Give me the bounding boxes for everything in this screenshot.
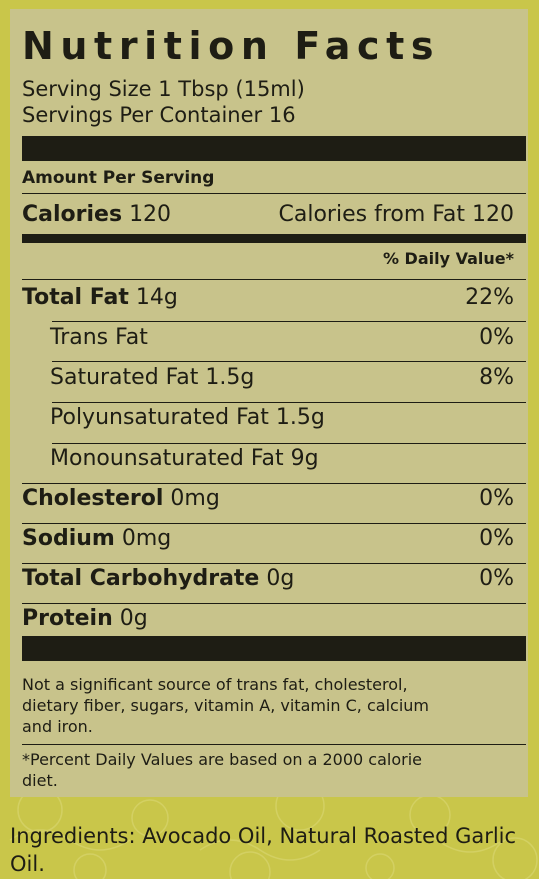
trans-fat-label: Trans Fat <box>50 325 148 350</box>
total-carbohydrate-amount: 0g <box>266 566 295 591</box>
divider <box>52 443 526 444</box>
monounsaturated-fat-row: Monounsaturated Fat 9g <box>50 446 319 471</box>
total-fat-amount: 14g <box>135 285 178 310</box>
trans-fat-row: Trans Fat <box>50 325 148 350</box>
total-carbohydrate-row: Total Carbohydrate 0g <box>22 566 294 591</box>
footnote-line-2: diet. <box>22 771 58 790</box>
nutrition-facts-panel: Nutrition Facts Serving Size 1 Tbsp (15m… <box>10 9 528 797</box>
trans-fat-dv: 0% <box>479 325 514 350</box>
serving-size: Serving Size 1 Tbsp (15ml) <box>22 77 305 101</box>
footnote-line-1: *Percent Daily Values are based on a 200… <box>22 750 422 769</box>
calories-from-fat: Calories from Fat 120 <box>278 202 514 227</box>
medium-divider <box>22 234 526 243</box>
divider <box>52 361 526 362</box>
divider <box>22 744 526 745</box>
protein-row: Protein 0g <box>22 606 148 631</box>
monounsaturated-fat-label: Monounsaturated Fat <box>50 446 284 471</box>
total-fat-dv: 22% <box>465 285 514 310</box>
cholesterol-amount: 0mg <box>170 486 220 511</box>
sodium-row: Sodium 0mg <box>22 526 171 551</box>
daily-value-header: % Daily Value* <box>382 249 514 268</box>
polyunsaturated-fat-label: Polyunsaturated Fat <box>50 405 269 430</box>
sodium-dv: 0% <box>479 526 514 551</box>
saturated-fat-dv: 8% <box>479 365 514 390</box>
divider <box>22 523 526 524</box>
total-fat-label: Total Fat <box>22 285 129 310</box>
divider <box>22 193 526 194</box>
protein-label: Protein <box>22 606 113 631</box>
divider <box>22 563 526 564</box>
polyunsaturated-fat-amount: 1.5g <box>275 405 325 430</box>
calories-value: 120 <box>129 202 172 227</box>
saturated-fat-row: Saturated Fat 1.5g <box>50 365 254 390</box>
panel-title: Nutrition Facts <box>22 24 441 68</box>
calories-row: Calories 120 <box>22 202 171 227</box>
note-line-1: Not a significant source of trans fat, c… <box>22 675 408 694</box>
total-fat-row: Total Fat 14g <box>22 285 178 310</box>
note-line-3: and iron. <box>22 717 93 736</box>
monounsaturated-fat-amount: 9g <box>290 446 319 471</box>
divider <box>22 279 526 280</box>
divider <box>52 321 526 322</box>
note-line-2: dietary fiber, sugars, vitamin A, vitami… <box>22 696 429 715</box>
thick-divider <box>22 136 526 161</box>
thick-divider <box>22 636 526 661</box>
polyunsaturated-fat-row: Polyunsaturated Fat 1.5g <box>50 405 325 430</box>
cholesterol-label: Cholesterol <box>22 486 164 511</box>
amount-per-serving: Amount Per Serving <box>22 168 215 188</box>
calories-label: Calories <box>22 202 123 227</box>
sodium-label: Sodium <box>22 526 115 551</box>
cholesterol-row: Cholesterol 0mg <box>22 486 220 511</box>
servings-per-container: Servings Per Container 16 <box>22 103 296 127</box>
saturated-fat-amount: 1.5g <box>205 365 255 390</box>
sodium-amount: 0mg <box>121 526 172 551</box>
ingredients: Ingredients: Avocado Oil, Natural Roaste… <box>10 822 530 878</box>
cholesterol-dv: 0% <box>479 486 514 511</box>
ingredients-line-2: Oil. <box>10 852 45 876</box>
protein-amount: 0g <box>119 606 148 631</box>
saturated-fat-label: Saturated Fat <box>50 365 199 390</box>
ingredients-line-1: Ingredients: Avocado Oil, Natural Roaste… <box>10 824 517 848</box>
total-carbohydrate-dv: 0% <box>479 566 514 591</box>
divider <box>22 483 526 484</box>
total-carbohydrate-label: Total Carbohydrate <box>22 566 260 591</box>
divider <box>52 402 526 403</box>
divider <box>22 603 526 604</box>
